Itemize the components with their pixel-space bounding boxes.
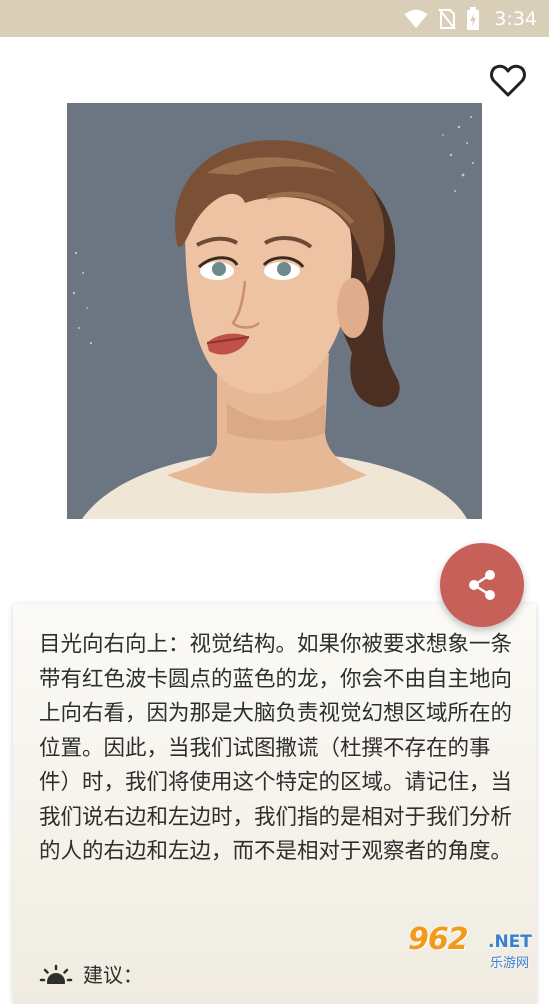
share-button[interactable] [440, 543, 524, 627]
lightbulb-icon [39, 964, 73, 984]
heart-outline-icon[interactable] [488, 60, 528, 100]
wifi-icon [404, 9, 428, 28]
status-bar: 3:34 [0, 0, 549, 37]
watermark-suffix: .NET [488, 932, 532, 952]
suggestion-label: 建议： [83, 963, 143, 987]
watermark-logo: 962 .NET 乐游网 [408, 922, 546, 972]
status-icons: 3:34 [404, 7, 537, 31]
no-sim-icon [438, 8, 457, 30]
suggestion-header: 建议： [39, 959, 143, 988]
explanation-text: 目光向右向上：视觉结构。如果你被要求想象一条带有红色波卡圆点的蓝色的龙，你会不由… [39, 632, 513, 864]
status-time: 3:34 [494, 8, 537, 30]
portrait-illustration [67, 103, 482, 519]
watermark-subtitle: 乐游网 [490, 956, 530, 971]
battery-charging-icon [467, 7, 480, 30]
share-icon [469, 570, 495, 600]
watermark-number: 962 [408, 922, 469, 957]
